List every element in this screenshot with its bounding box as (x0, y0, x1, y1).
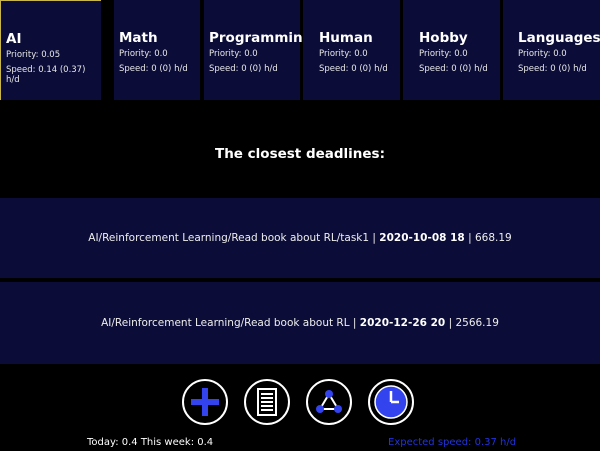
deadline-row[interactable]: AI/Reinforcement Learning/Read book abou… (0, 198, 600, 278)
category-speed: Speed: 0 (0) h/d (419, 64, 488, 74)
add-icon (191, 388, 219, 416)
category-priority: Priority: 0.0 (209, 49, 258, 59)
deadline-date: 2020-12-26 20 (359, 317, 446, 329)
category-name: Programming (209, 30, 313, 46)
deadline-date: 2020-10-08 18 (379, 232, 465, 244)
category-name: Languages (518, 30, 600, 46)
graph-button[interactable] (306, 379, 352, 425)
category-tile-languages[interactable]: Languages Priority: 0.0 Speed: 0 (0) h/d (503, 0, 600, 100)
deadline-value: 2566.19 (455, 317, 499, 329)
category-priority: Priority: 0.05 (6, 50, 61, 60)
category-priority: Priority: 0.0 (419, 49, 468, 59)
add-button[interactable] (182, 379, 228, 425)
category-tile-math[interactable]: Math Priority: 0.0 Speed: 0 (0) h/d (114, 0, 200, 100)
category-name: AI (6, 31, 22, 47)
clock-icon (374, 385, 408, 419)
deadline-path: AI/Reinforcement Learning/Read book abou… (101, 317, 350, 329)
category-speed: Speed: 0 (0) h/d (119, 64, 188, 74)
category-bar: AI Priority: 0.05 Speed: 0.14 (0.37) h/d… (0, 0, 600, 100)
category-name: Math (119, 30, 158, 46)
task-list-button[interactable] (244, 379, 290, 425)
category-tile-programming[interactable]: Programming Priority: 0.0 Speed: 0 (0) h… (204, 0, 312, 100)
graph-icon (316, 390, 342, 413)
category-speed: Speed: 0 (0) h/d (518, 64, 587, 74)
category-speed: Speed: 0 (0) h/d (209, 64, 278, 74)
list-icon (257, 388, 277, 416)
deadline-text: AI/Reinforcement Learning/Read book abou… (101, 317, 499, 329)
category-tile-human[interactable]: Human Priority: 0.0 Speed: 0 (0) h/d (303, 0, 400, 100)
category-tile-ai[interactable]: AI Priority: 0.05 Speed: 0.14 (0.37) h/d (0, 0, 101, 100)
category-speed: Speed: 0.14 (0.37) h/d (6, 65, 86, 85)
clock-button[interactable] (368, 379, 414, 425)
deadline-path: AI/Reinforcement Learning/Read book abou… (88, 232, 370, 244)
deadline-text: AI/Reinforcement Learning/Read book abou… (88, 232, 512, 244)
category-priority: Priority: 0.0 (319, 49, 368, 59)
deadline-row[interactable]: AI/Reinforcement Learning/Read book abou… (0, 282, 600, 364)
category-name: Hobby (419, 30, 468, 46)
today-stats: Today: 0.4 This week: 0.4 (87, 437, 214, 448)
category-tile-hobby[interactable]: Hobby Priority: 0.0 Speed: 0 (0) h/d (403, 0, 500, 100)
category-priority: Priority: 0.0 (119, 49, 168, 59)
expected-speed: Expected speed: 0.37 h/d (388, 437, 517, 448)
deadlines-title: The closest deadlines: (214, 146, 385, 162)
category-name: Human (319, 30, 373, 46)
category-priority: Priority: 0.0 (518, 49, 567, 59)
deadline-value: 668.19 (474, 232, 512, 244)
category-speed: Speed: 0 (0) h/d (319, 64, 388, 74)
